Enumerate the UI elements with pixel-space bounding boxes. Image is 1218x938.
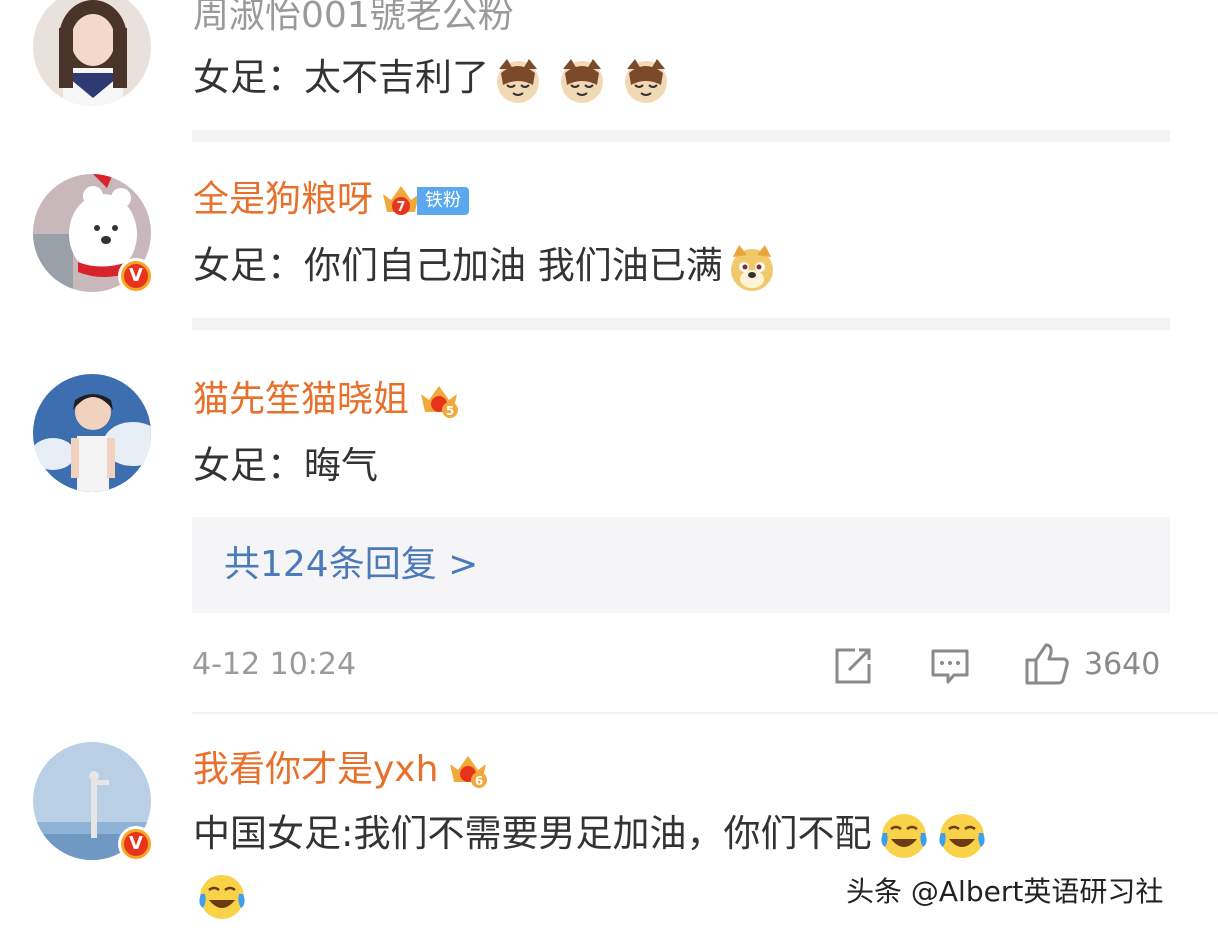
- share-icon[interactable]: [833, 646, 873, 686]
- verified-badge: V: [118, 826, 154, 862]
- crown-icon: 6: [450, 756, 488, 788]
- comment-icon[interactable]: [930, 648, 970, 686]
- comment-text-body: 女足：太不吉利了: [193, 56, 489, 99]
- laugh-cry-emoji: [939, 813, 986, 858]
- comment-username[interactable]: 周淑怡001號老公粉: [193, 0, 514, 38]
- post-divider: [192, 712, 1218, 714]
- comment-text: 女足：晦气: [193, 444, 378, 487]
- level-number: 6: [475, 774, 483, 788]
- comment-text-body: 女足：你们自己加油 我们油已满: [193, 244, 723, 287]
- comment-text: 中国女足:我们不需要男足加油，你们不配: [193, 810, 987, 861]
- avatar[interactable]: [33, 374, 151, 492]
- cat-face-emoji: [497, 58, 539, 103]
- comment-text: 女足：太不吉利了: [193, 54, 671, 105]
- comment-text: 女足：你们自己加油 我们油已满: [193, 242, 777, 293]
- verified-icon: V: [124, 264, 148, 288]
- fan-badge: 7 铁粉: [381, 182, 470, 220]
- watermark: 头条 @Albert英语研习社: [846, 875, 1164, 908]
- crown-icon: 5: [421, 386, 459, 418]
- svg-text:7: 7: [396, 200, 405, 215]
- post-date: 4-12 10:24: [192, 647, 357, 682]
- comment-username: 我看你才是yxh 6: [193, 748, 488, 792]
- like-icon[interactable]: [1024, 642, 1070, 686]
- verified-icon: V: [124, 832, 148, 856]
- view-replies-button[interactable]: 共124条回复 >: [192, 517, 1170, 613]
- fan-badge-label: 铁粉: [417, 187, 470, 215]
- comment-text-body: 中国女足:我们不需要男足加油，你们不配: [193, 812, 872, 855]
- comment-divider: [192, 318, 1170, 330]
- comment-username-text[interactable]: 猫先笙猫晓姐: [193, 379, 409, 420]
- comment-username-text[interactable]: 我看你才是yxh: [193, 749, 438, 790]
- laugh-cry-emoji: [881, 813, 928, 858]
- comment-username: 猫先笙猫晓姐 5: [193, 378, 459, 422]
- laugh-cry-emoji: [199, 875, 245, 919]
- comment-username-text[interactable]: 全是狗粮呀: [193, 179, 373, 220]
- verified-badge: V: [118, 258, 154, 294]
- cat-face-emoji: [561, 58, 603, 103]
- doge-emoji: [730, 244, 773, 291]
- comment-divider: [192, 130, 1170, 142]
- cat-face-emoji: [625, 58, 667, 103]
- crown-icon: 7: [383, 186, 420, 215]
- avatar[interactable]: [33, 0, 151, 106]
- comment-username: 全是狗粮呀 7 铁粉: [193, 178, 470, 222]
- level-number: 5: [446, 404, 454, 418]
- like-count[interactable]: 3640: [1084, 645, 1160, 685]
